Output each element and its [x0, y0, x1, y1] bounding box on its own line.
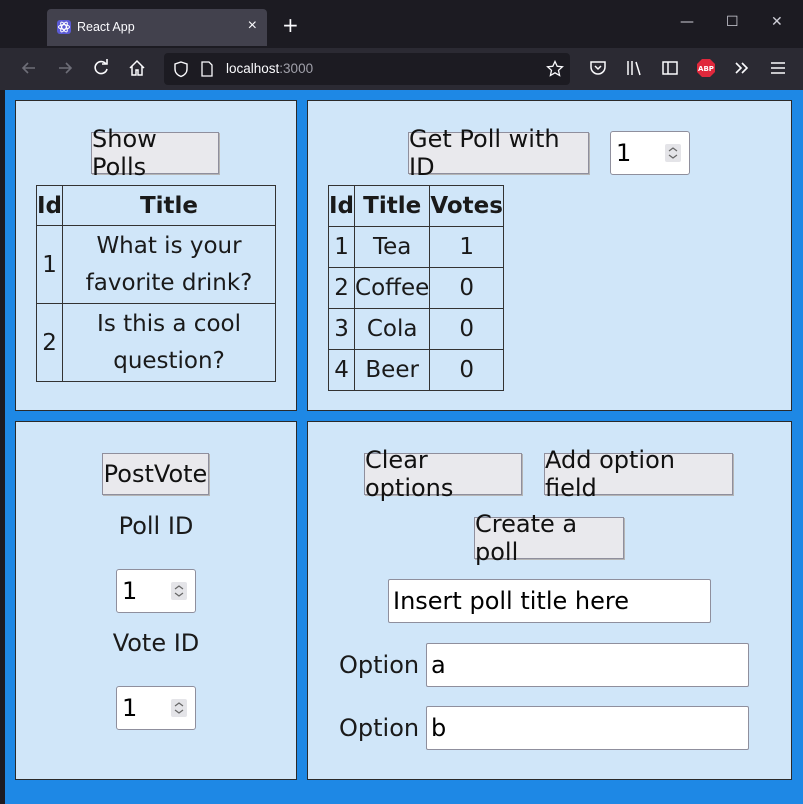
spinner-arrows-icon[interactable] [171, 699, 187, 717]
create-poll-button[interactable]: Create a poll [474, 510, 624, 566]
poll-options-table: Id Title Votes 1 Tea 1 2 Coffee 0 3 Cola… [327, 185, 504, 391]
table-header-row: Id Title Votes [327, 185, 504, 227]
option-votes-cell: 1 [429, 226, 504, 268]
forward-arrow-icon[interactable] [55, 58, 75, 78]
option-title-cell: Beer [354, 349, 431, 391]
home-icon[interactable] [127, 58, 147, 78]
option-input[interactable]: a [426, 643, 749, 687]
create-poll-panel: Clear options Add option field Create a … [307, 421, 792, 780]
back-arrow-icon[interactable] [19, 58, 39, 78]
poll-title-line: What is your [96, 232, 242, 259]
option-id-cell: 2 [327, 267, 356, 309]
option-id-cell: 3 [327, 308, 356, 350]
table-row[interactable]: 2 Is this a cool question? [35, 303, 276, 382]
url-host: localhost [226, 61, 280, 76]
poll-id-cell: 2 [35, 303, 64, 382]
option-title-cell: Coffee [354, 267, 431, 309]
sidebar-icon[interactable] [660, 58, 680, 78]
browser-titlebar: React App × + — ☐ ✕ [0, 0, 803, 48]
option-value: b [431, 714, 447, 742]
vote-id-label: Vote ID [112, 629, 200, 657]
option-label: Option [339, 714, 420, 742]
react-logo-icon [57, 20, 71, 34]
url-bar[interactable]: localhost:3000 [164, 53, 570, 85]
url-port: :3000 [279, 61, 314, 76]
vote-id-input[interactable]: 1 [116, 686, 196, 730]
option-title-cell: Cola [354, 308, 431, 350]
vote-poll-id-value: 1 [122, 577, 138, 605]
browser-tab[interactable]: React App × [47, 9, 267, 46]
poll-detail-panel: Get Poll with ID 1 Id Title Votes 1 Tea … [307, 100, 792, 411]
column-header-votes: Votes [429, 185, 504, 227]
option-votes-cell: 0 [429, 349, 504, 391]
poll-id-value: 1 [616, 139, 632, 167]
browser-toolbar: localhost:3000 ABP [0, 48, 803, 90]
svg-text:ABP: ABP [698, 65, 714, 73]
table-row: 2 Coffee 0 [327, 267, 504, 309]
table-row: 3 Cola 0 [327, 308, 504, 350]
get-poll-button[interactable]: Get Poll with ID [408, 125, 589, 181]
vote-id-value: 1 [122, 694, 138, 722]
minimize-button[interactable]: — [680, 14, 694, 30]
option-votes-cell: 0 [429, 267, 504, 309]
table-row: 4 Beer 0 [327, 349, 504, 391]
poll-title-cell: What is your favorite drink? [62, 225, 276, 304]
clear-options-button[interactable]: Clear options [364, 446, 522, 502]
spinner-arrows-icon[interactable] [171, 582, 187, 600]
polls-table: Id Title 1 What is your favorite drink? 2… [35, 185, 276, 382]
overflow-chevrons-icon[interactable] [732, 58, 752, 78]
column-header-id: Id [35, 185, 64, 226]
poll-title-value: Insert poll title here [393, 587, 629, 615]
show-polls-button[interactable]: Show Polls [91, 125, 219, 181]
table-header-row: Id Title [35, 185, 276, 226]
poll-id-label: Poll ID [118, 512, 194, 540]
poll-id-input[interactable]: 1 [610, 131, 690, 175]
bookmark-star-icon[interactable] [546, 60, 564, 78]
poll-title-input[interactable]: Insert poll title here [388, 579, 711, 623]
poll-title-line: question? [113, 347, 225, 374]
new-tab-button[interactable]: + [282, 13, 299, 37]
option-votes-cell: 0 [429, 308, 504, 350]
spinner-arrows-icon[interactable] [665, 144, 681, 162]
vote-poll-id-input[interactable]: 1 [116, 569, 196, 613]
reload-icon[interactable] [91, 58, 111, 78]
option-id-cell: 4 [327, 349, 356, 391]
poll-title-cell: Is this a cool question? [62, 303, 276, 382]
table-row[interactable]: 1 What is your favorite drink? [35, 225, 276, 304]
tab-title: React App [77, 20, 135, 34]
column-header-title: Title [62, 185, 276, 226]
close-window-button[interactable]: ✕ [771, 14, 783, 30]
page-icon [201, 61, 213, 77]
option-id-cell: 1 [327, 226, 356, 268]
option-label: Option [339, 651, 420, 679]
poll-id-cell: 1 [35, 225, 64, 304]
table-row: 1 Tea 1 [327, 226, 504, 268]
column-header-id: Id [327, 185, 356, 227]
vote-panel: PostVote Poll ID 1 Vote ID 1 [15, 421, 297, 780]
column-header-title: Title [354, 185, 431, 227]
url-text: localhost:3000 [226, 61, 313, 76]
library-icon[interactable] [624, 58, 644, 78]
post-vote-button[interactable]: PostVote [102, 453, 209, 495]
option-title-cell: Tea [354, 226, 431, 268]
tab-close-icon[interactable]: × [248, 17, 257, 35]
add-option-field-button[interactable]: Add option field [544, 446, 733, 502]
shield-icon[interactable] [172, 60, 190, 78]
option-input[interactable]: b [426, 706, 749, 750]
page-content: Show Polls Id Title 1 What is your favori… [5, 90, 803, 804]
poll-title-line: favorite drink? [85, 269, 253, 296]
polls-panel: Show Polls Id Title 1 What is your favori… [15, 100, 297, 411]
adblock-icon[interactable]: ABP [696, 58, 716, 78]
poll-title-line: Is this a cool [97, 310, 241, 337]
option-value: a [431, 651, 446, 679]
hamburger-menu-icon[interactable] [768, 58, 788, 78]
pocket-icon[interactable] [588, 58, 608, 78]
maximize-button[interactable]: ☐ [726, 14, 739, 30]
